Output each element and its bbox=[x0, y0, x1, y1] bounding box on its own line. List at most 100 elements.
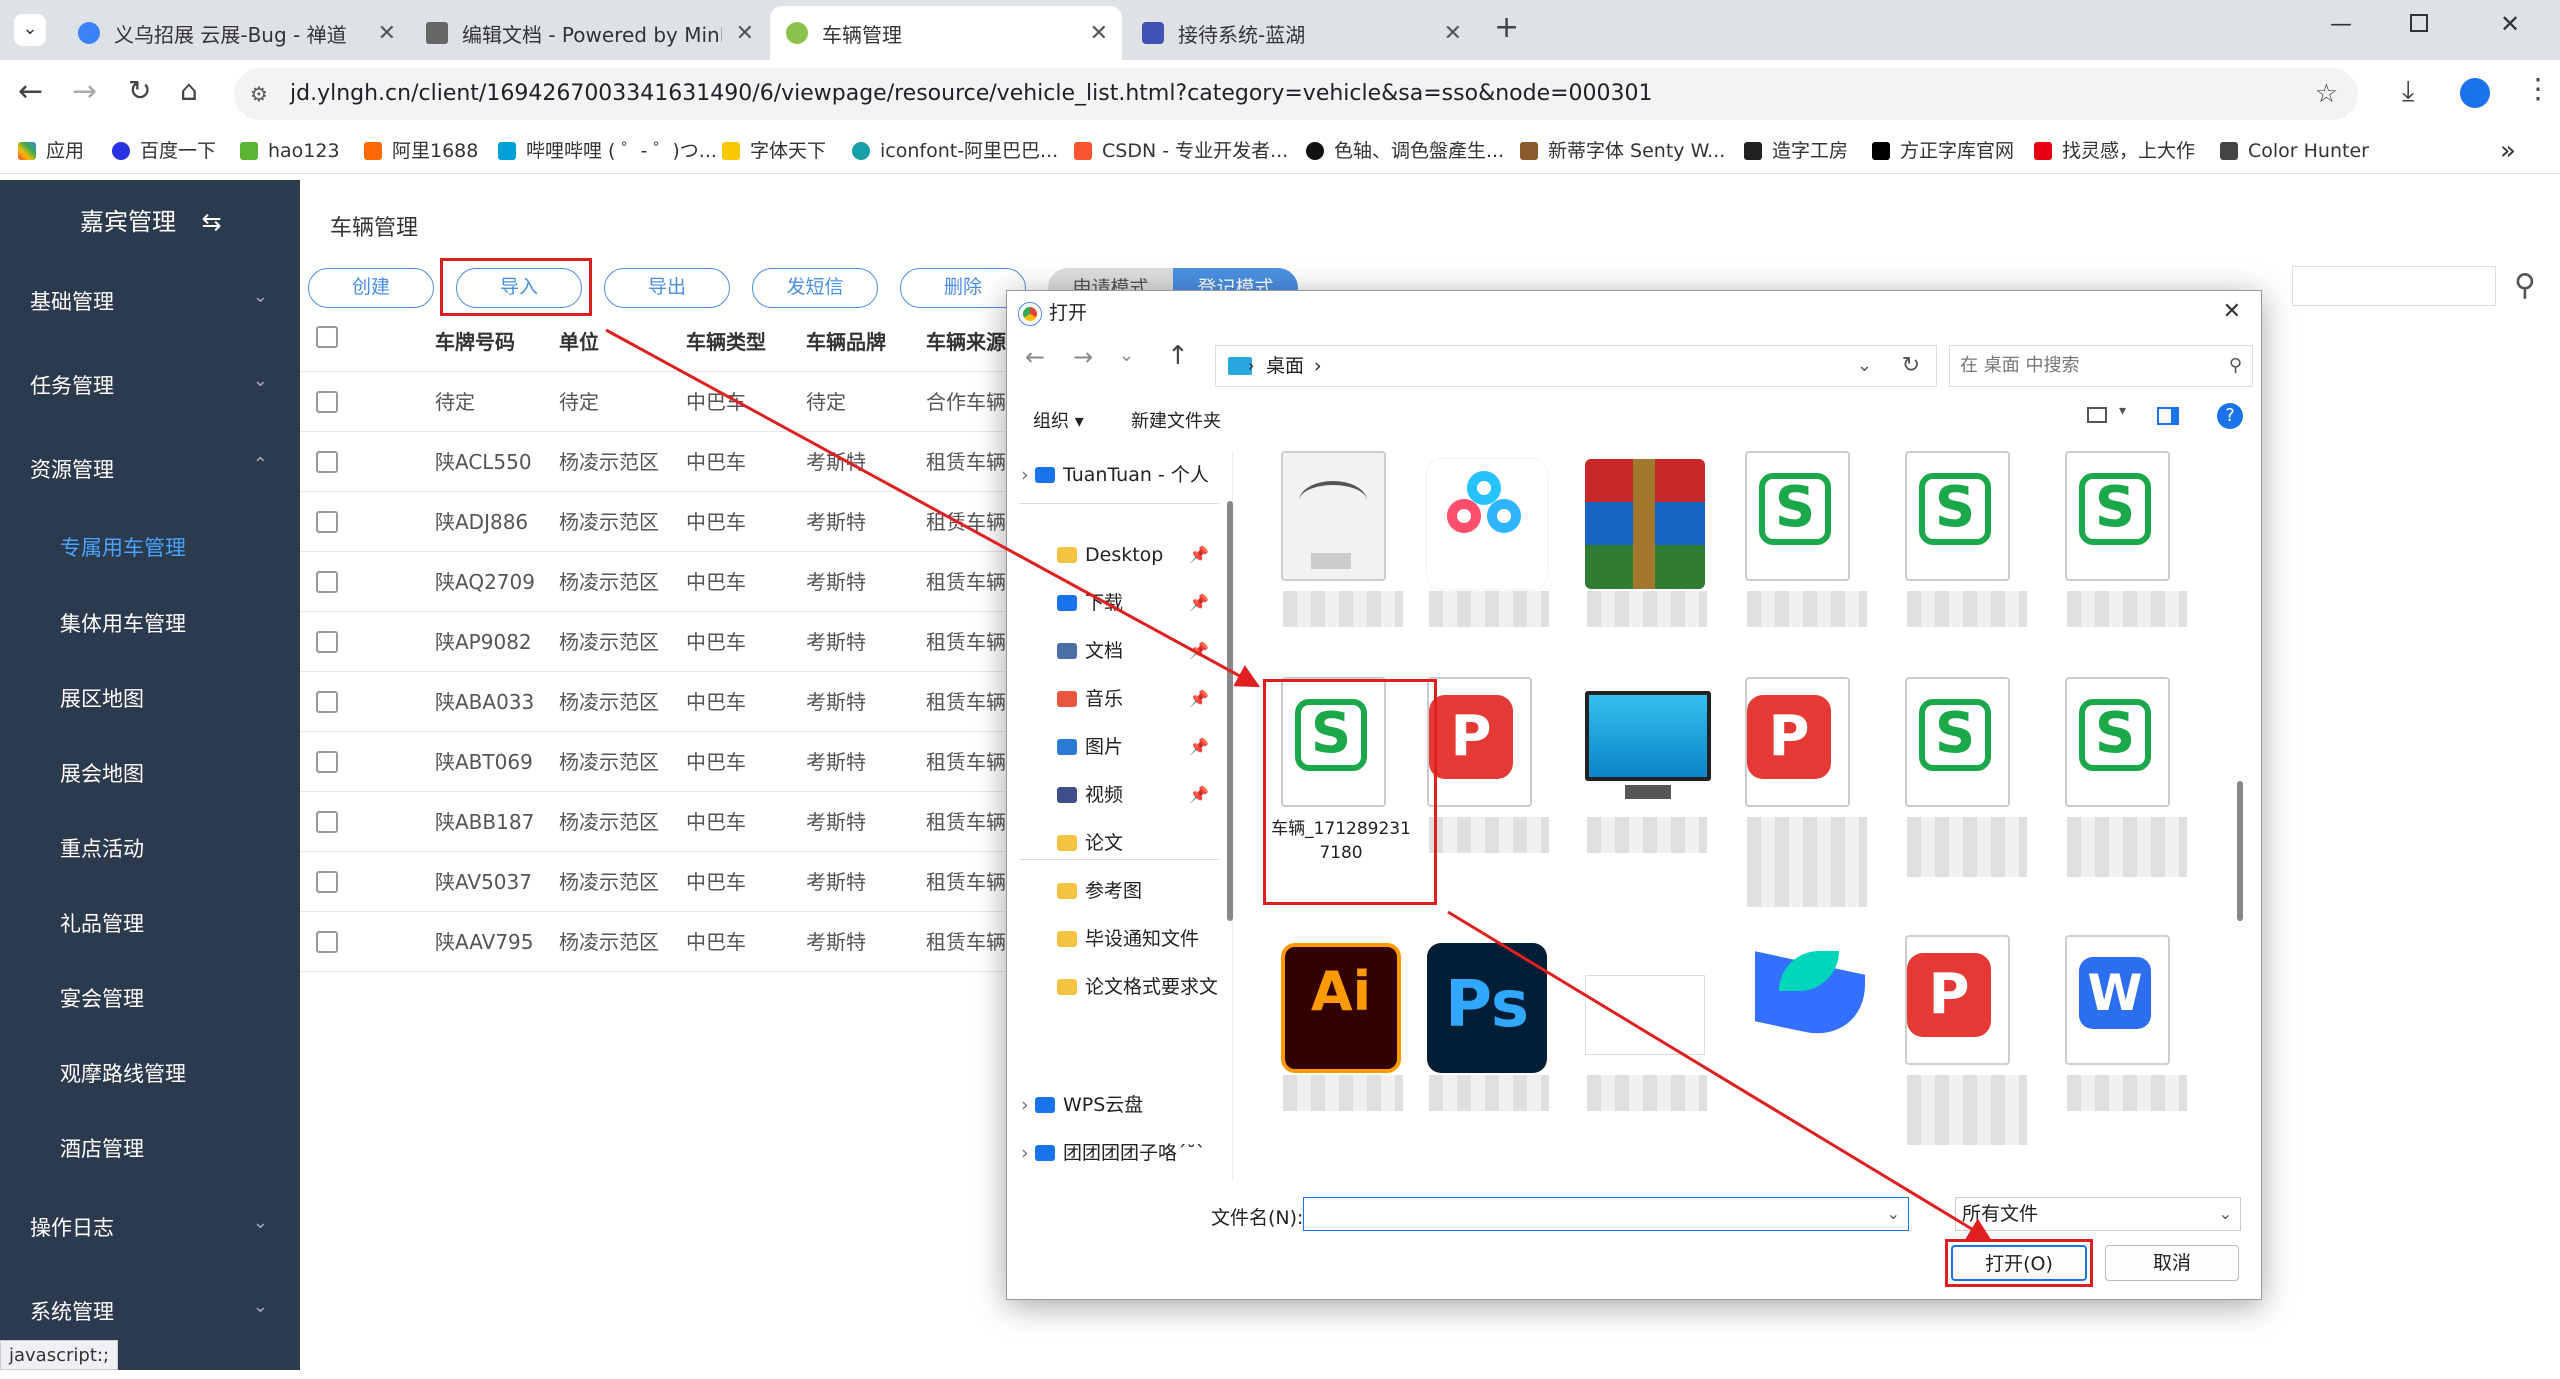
cancel-button[interactable]: 取消 bbox=[2105, 1245, 2239, 1281]
home-icon[interactable]: ⌂ bbox=[180, 74, 198, 107]
dialog-search-input[interactable]: 在 桌面 中搜索 ⚲ bbox=[1949, 345, 2253, 387]
bookmark-bilibili[interactable]: 哔哩哔哩 ( ゜- ゜)つ... bbox=[498, 128, 717, 174]
address-bar[interactable]: ⚙ jd.ylngh.cn/client/1694267003341631490… bbox=[234, 68, 2358, 120]
file-item[interactable]: S bbox=[1891, 451, 2041, 651]
dialog-back-icon[interactable]: ← bbox=[1025, 343, 1045, 371]
bookmark-makefont[interactable]: 造字工房 bbox=[1744, 128, 1848, 174]
forward-icon[interactable]: → bbox=[72, 74, 97, 109]
view-icon[interactable] bbox=[2087, 407, 2107, 423]
file-item[interactable] bbox=[1731, 935, 1881, 1135]
file-item[interactable]: W bbox=[2051, 935, 2201, 1135]
nav-item-download[interactable]: 下载 📌 bbox=[1007, 579, 1217, 627]
nav-item-folder[interactable]: Desktop 📌 bbox=[1007, 531, 1217, 579]
create-button[interactable]: 创建 bbox=[308, 268, 434, 308]
filename-input[interactable]: ⌄ bbox=[1303, 1197, 1909, 1231]
minimize-icon[interactable]: — bbox=[2330, 12, 2352, 37]
sidebar-item-tour-route[interactable]: 观摩路线管理 bbox=[0, 1058, 300, 1088]
nav-item-cloud[interactable]: › WPS云盘 bbox=[1007, 1081, 1217, 1129]
file-item[interactable]: P bbox=[1891, 935, 2041, 1145]
sidebar-item-banquet[interactable]: 宴会管理 bbox=[0, 983, 300, 1013]
table-row[interactable]: 陕AV5037 杨凌示范区 中巴车 考斯特 租赁车辆 bbox=[300, 852, 1010, 912]
path-bar[interactable]: › 桌面 › ⌄ ↻ bbox=[1215, 345, 1937, 387]
bookmark-apps[interactable]: 应用 bbox=[18, 128, 84, 174]
sidebar-item-key-events[interactable]: 重点活动 bbox=[0, 833, 300, 863]
file-item[interactable] bbox=[1571, 451, 1721, 651]
close-icon[interactable]: ✕ bbox=[1444, 21, 1462, 46]
nav-item-folder[interactable]: 参考图 bbox=[1007, 867, 1217, 915]
sidebar-item-exhibition-map[interactable]: 展会地图 bbox=[0, 758, 300, 788]
sidebar-item-task[interactable]: 任务管理 ⌄ bbox=[0, 370, 300, 400]
sidebar-item-exhibition-area-map[interactable]: 展区地图 bbox=[0, 683, 300, 713]
table-row[interactable]: 陕AAV795 杨凌示范区 中巴车 考斯特 租赁车辆 bbox=[300, 912, 1010, 972]
table-row[interactable]: 陕ABT069 杨凌示范区 中巴车 考斯特 租赁车辆 bbox=[300, 732, 1010, 792]
file-item[interactable]: S bbox=[1891, 677, 2041, 877]
refresh-icon[interactable]: ↻ bbox=[1902, 346, 1920, 386]
help-icon[interactable]: ? bbox=[2217, 403, 2243, 429]
bookmark-zcool[interactable]: 找灵感，上大作 bbox=[2034, 128, 2195, 174]
tab-lanhu[interactable]: 接待系统-蓝湖 ✕ bbox=[1126, 6, 1476, 60]
tab-edit-doc[interactable]: 编辑文档 - Powered by MinD ✕ bbox=[410, 6, 768, 60]
table-row[interactable]: 陕ACL550 杨凌示范区 中巴车 考斯特 租赁车辆 bbox=[300, 432, 1010, 492]
send-sms-button[interactable]: 发短信 bbox=[752, 268, 878, 308]
star-icon[interactable]: ☆ bbox=[2315, 68, 2338, 120]
sidebar-item-resource[interactable]: 资源管理 ⌃ bbox=[0, 454, 300, 484]
search-input[interactable] bbox=[2292, 266, 2496, 306]
filename-dropdown-icon[interactable]: ⌄ bbox=[1887, 1198, 1900, 1230]
nav-item-video[interactable]: 视频 📌 bbox=[1007, 771, 1217, 819]
nav-item-folder[interactable]: 毕设通知文件 bbox=[1007, 915, 1217, 963]
switch-icon[interactable]: ⇆ bbox=[202, 208, 222, 236]
reload-icon[interactable]: ↻ bbox=[128, 74, 151, 107]
nav-item-music[interactable]: 音乐 📌 bbox=[1007, 675, 1217, 723]
maximize-icon[interactable] bbox=[2410, 14, 2428, 32]
bookmark-color-axis[interactable]: 色轴、调色盤產生... bbox=[1306, 128, 1504, 174]
dialog-forward-icon[interactable]: → bbox=[1073, 343, 1093, 371]
tab-vehicle-management[interactable]: 车辆管理 ✕ bbox=[770, 6, 1122, 60]
sidebar-item-exclusive-vehicle[interactable]: 专属用车管理 bbox=[0, 532, 300, 562]
close-icon[interactable]: ✕ bbox=[736, 21, 754, 46]
table-row[interactable]: 陕ABB187 杨凌示范区 中巴车 考斯特 租赁车辆 bbox=[300, 792, 1010, 852]
bookmark-founder[interactable]: 方正字库官网 bbox=[1872, 128, 2014, 174]
nav-item-pic[interactable]: 图片 📌 bbox=[1007, 723, 1217, 771]
sidebar-item-operation-log[interactable]: 操作日志 ⌄ bbox=[0, 1212, 300, 1242]
tab-search-icon[interactable]: ⌄ bbox=[14, 14, 46, 46]
menu-icon[interactable]: ⋮ bbox=[2524, 72, 2552, 105]
back-icon[interactable]: ← bbox=[18, 74, 43, 109]
file-item[interactable] bbox=[1267, 451, 1417, 651]
file-item[interactable]: S bbox=[1731, 451, 1881, 651]
sidebar-item-group-vehicle[interactable]: 集体用车管理 bbox=[0, 608, 300, 638]
file-item[interactable]: Ps bbox=[1413, 935, 1563, 1135]
bookmark-iconfont[interactable]: iconfont-阿里巴巴... bbox=[852, 128, 1058, 174]
table-row[interactable]: 陕AQ2709 杨凌示范区 中巴车 考斯特 租赁车辆 bbox=[300, 552, 1010, 612]
bookmarks-more[interactable]: » bbox=[2500, 128, 2516, 174]
download-icon[interactable]: ⤓ bbox=[2402, 74, 2414, 108]
table-row[interactable]: 陕ADJ886 杨凌示范区 中巴车 考斯特 租赁车辆 bbox=[300, 492, 1010, 552]
file-item[interactable] bbox=[1571, 677, 1721, 877]
file-item[interactable]: P bbox=[1731, 677, 1881, 907]
sidebar-item-system[interactable]: 系统管理 ⌄ bbox=[0, 1296, 300, 1326]
bookmark-font-world[interactable]: 字体天下 bbox=[722, 128, 826, 174]
nav-item-cloud[interactable]: › TuanTuan - 个人 bbox=[1007, 451, 1217, 499]
close-icon[interactable]: ✕ bbox=[1090, 21, 1108, 46]
file-item[interactable]: S bbox=[2051, 677, 2201, 877]
view-chevron-icon[interactable]: ▾ bbox=[2119, 403, 2126, 419]
nav-item-cloud[interactable]: › 团团团团子咯ˊ˘ˋ bbox=[1007, 1129, 1217, 1177]
file-grid-scrollbar[interactable] bbox=[2237, 781, 2243, 921]
path-dropdown-icon[interactable]: ⌄ bbox=[1857, 346, 1872, 386]
profile-avatar[interactable] bbox=[2460, 78, 2490, 108]
dialog-close-icon[interactable]: ✕ bbox=[2223, 299, 2241, 324]
table-row[interactable]: 陕ABA033 杨凌示范区 中巴车 考斯特 租赁车辆 bbox=[300, 672, 1010, 732]
up-folder-icon[interactable]: ↑ bbox=[1167, 341, 1189, 371]
search-icon[interactable]: ⚲ bbox=[2514, 268, 2536, 303]
breadcrumb-desktop[interactable]: 桌面 bbox=[1266, 355, 1304, 377]
nav-item-doc[interactable]: 文档 📌 bbox=[1007, 627, 1217, 675]
nav-item-folder[interactable]: 论文格式要求文件 bbox=[1007, 963, 1217, 1011]
close-icon[interactable]: ✕ bbox=[378, 21, 396, 46]
organize-button[interactable]: 组织 ▾ bbox=[1033, 407, 1084, 433]
new-tab-button[interactable]: + bbox=[1494, 10, 1519, 45]
bookmark-csdn[interactable]: CSDN - 专业开发者... bbox=[1074, 128, 1288, 174]
table-row[interactable]: 陕AP9082 杨凌示范区 中巴车 考斯特 租赁车辆 bbox=[300, 612, 1010, 672]
sidebar-item-hotel[interactable]: 酒店管理 bbox=[0, 1133, 300, 1163]
tab-bug[interactable]: 义乌招展 云展-Bug - 禅道 ✕ bbox=[62, 6, 410, 60]
sidebar-item-basic[interactable]: 基础管理 ⌄ bbox=[0, 286, 300, 316]
bookmark-hao123[interactable]: hao123 bbox=[240, 128, 340, 174]
